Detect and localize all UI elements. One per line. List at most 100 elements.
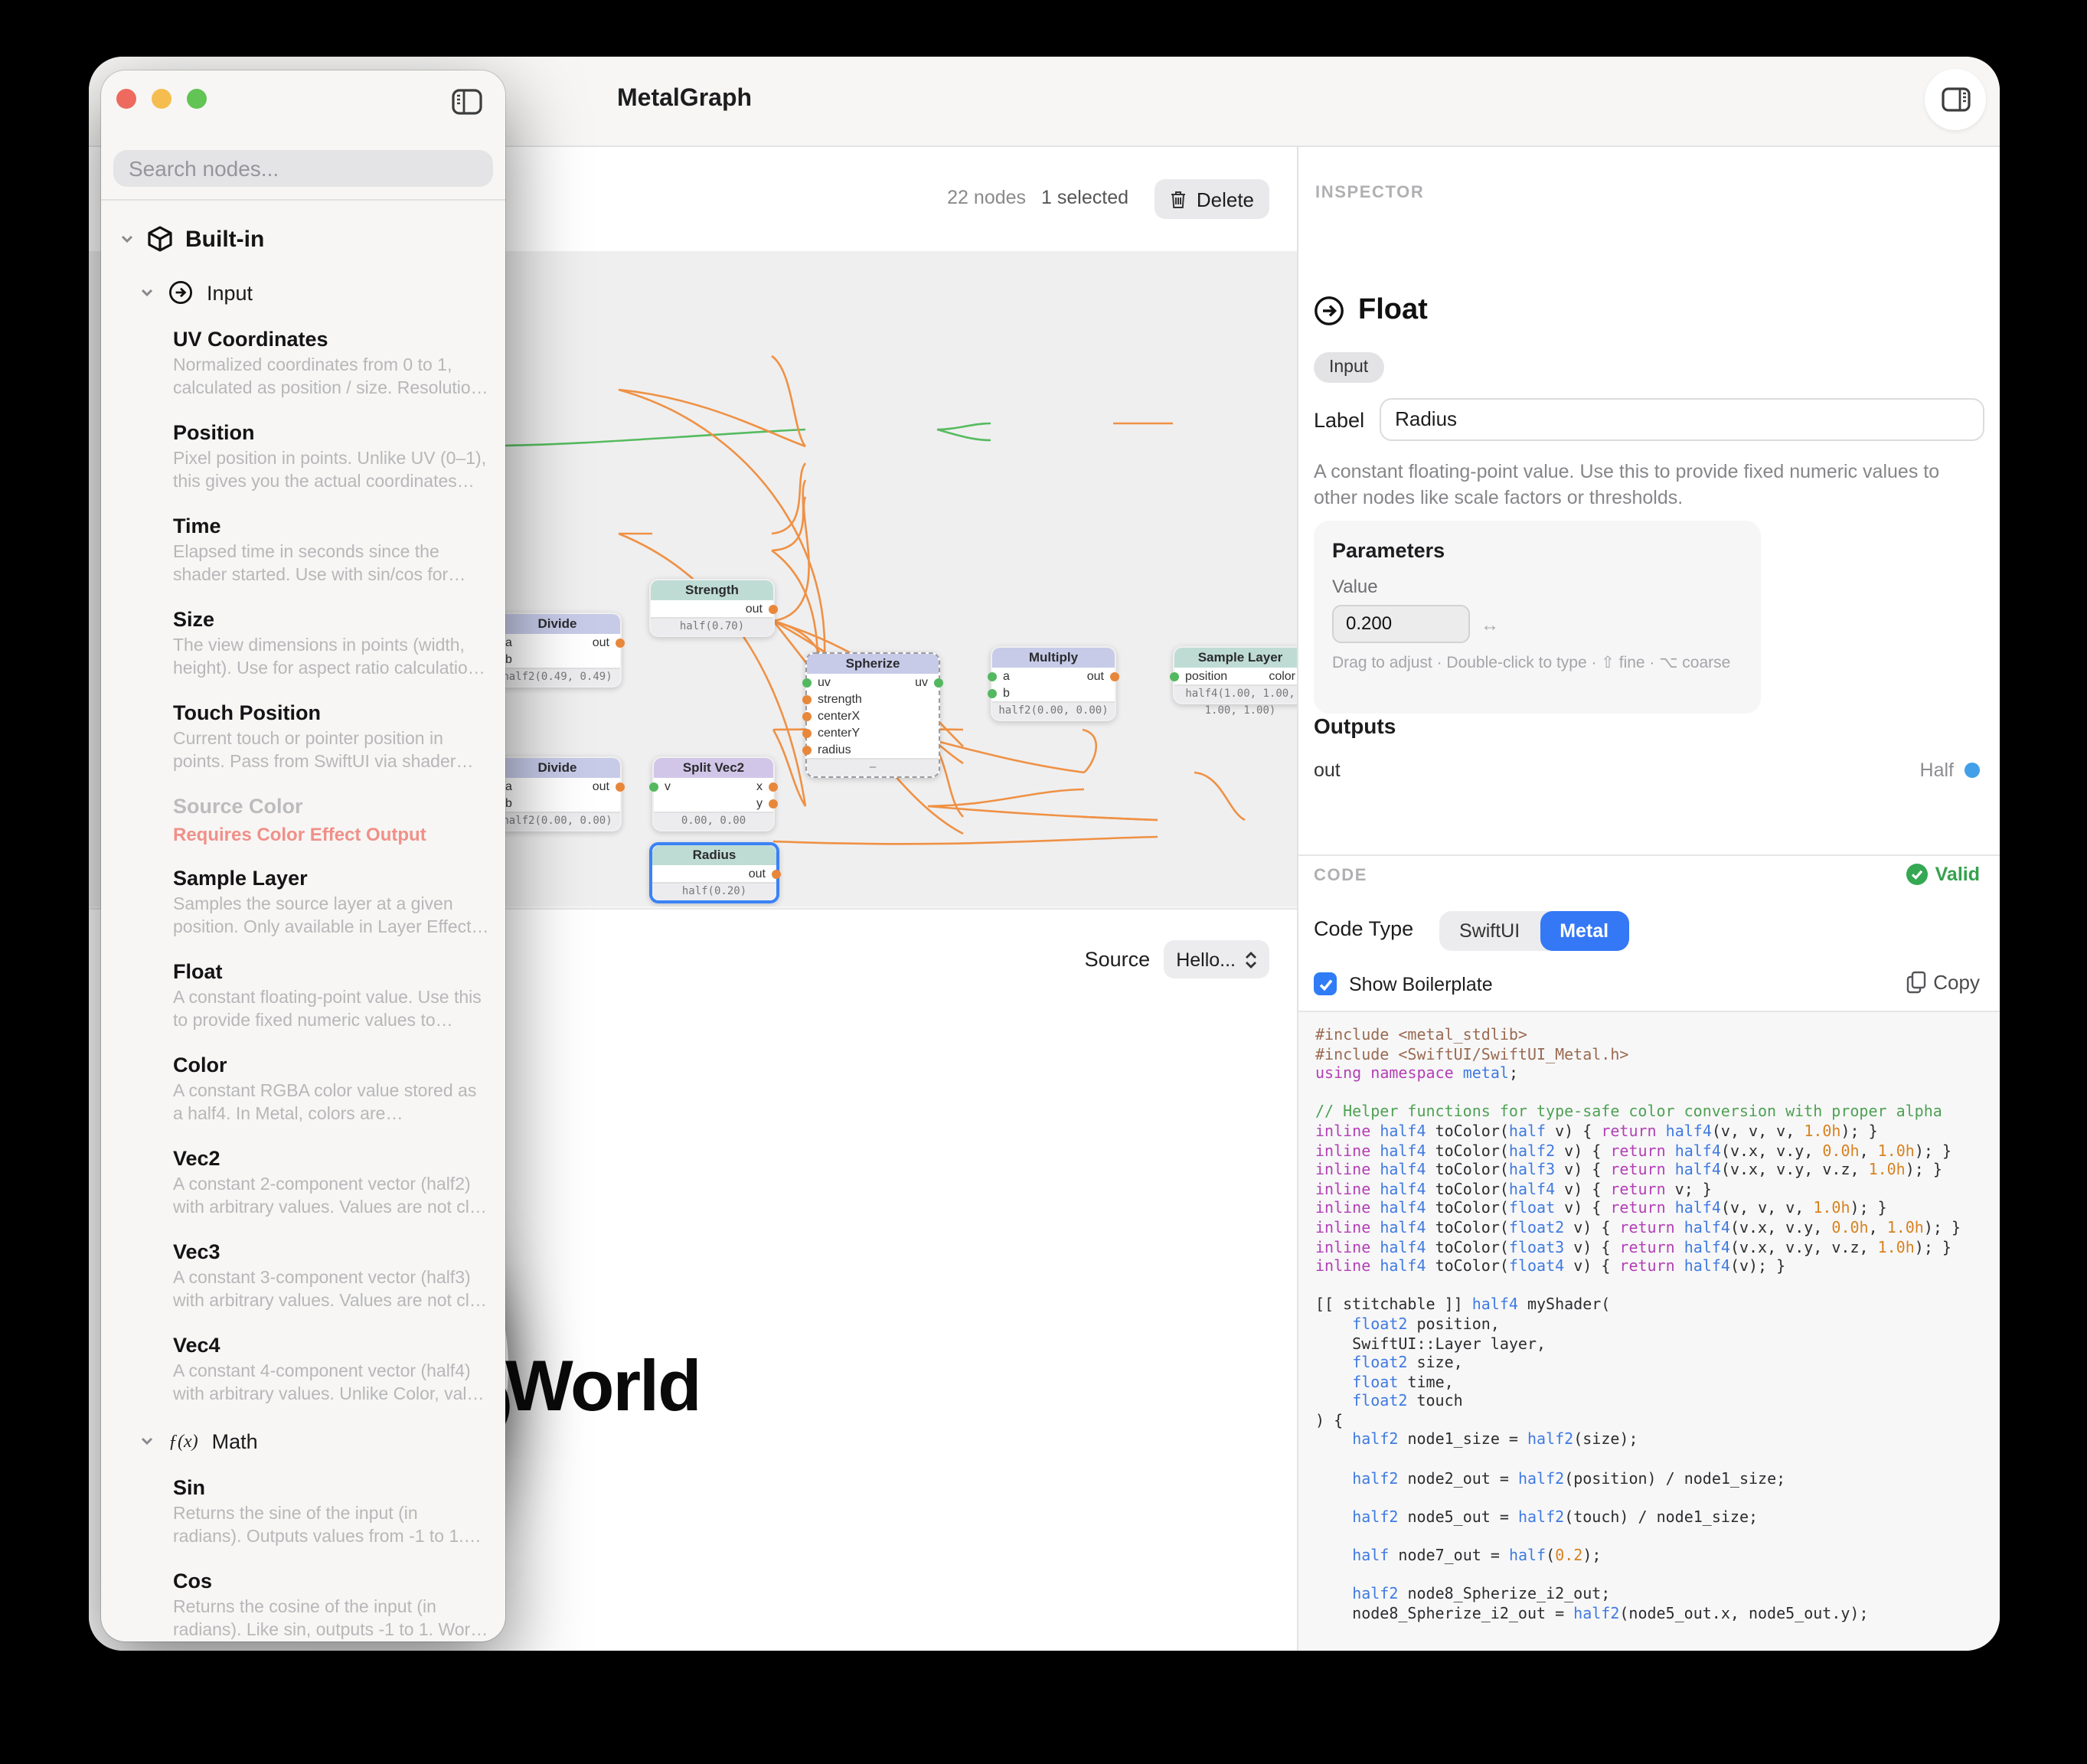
arrow-circle-icon [1314, 296, 1344, 326]
graph-node-split-vec2[interactable]: Split Vec2vxy0.00, 0.00 [652, 756, 775, 831]
node-library-item-vec3[interactable]: Vec3A constant 3-component vector (half3… [173, 1239, 490, 1314]
output-port-dot[interactable] [616, 638, 625, 647]
section-label: Input [207, 281, 253, 304]
code-editor[interactable]: #include <metal_stdlib> #include <SwiftU… [1298, 1012, 2000, 1651]
graph-edges [505, 251, 1297, 906]
input-port-dot[interactable] [802, 694, 812, 704]
output-port-dot[interactable] [769, 799, 778, 808]
node-value-footer: half4(1.00, 1.00, 1.00, 1.00) [1174, 684, 1297, 703]
edge-step.out-to-multiply-3.a[interactable] [1083, 817, 1158, 820]
code-type-tab-swiftui[interactable]: SwiftUI [1439, 911, 1540, 951]
zoom-button[interactable] [187, 89, 207, 109]
node-library-item-vec4[interactable]: Vec4A constant 4-component vector (half4… [173, 1332, 490, 1407]
item-description: A constant 3-component vector (half3) wi… [173, 1268, 490, 1314]
code-type-tab-metal[interactable]: Metal [1540, 911, 1628, 951]
edge-strength.out-to-spherize.strength[interactable] [772, 356, 805, 446]
toggle-inspector-button[interactable] [1925, 69, 1986, 130]
search-input[interactable]: Search nodes... [113, 150, 493, 187]
output-port-label: x [756, 778, 763, 795]
item-title: Touch Position [173, 700, 490, 726]
code-header: CODE Valid [1298, 854, 2000, 900]
input-port-dot[interactable] [802, 728, 812, 737]
edge-spherize.uv-to-multiply-1.a[interactable] [937, 423, 991, 430]
drag-arrows-icon[interactable]: ↔ [1481, 613, 1499, 635]
graph-node-spherize[interactable]: SpherizeuvuvstrengthcenterXcenterYradius… [805, 652, 940, 778]
edge-smoothstep.out-to-multiply-2.a[interactable] [1083, 730, 1096, 773]
input-port-label: uv [818, 674, 831, 691]
input-port-dot[interactable] [802, 745, 812, 754]
graph-node-sample-layer[interactable]: Sample Layerpositioncolorhalf4(1.00, 1.0… [1173, 646, 1297, 704]
label-input[interactable]: Radius [1380, 398, 1984, 441]
node-library-item-uv-coordinates[interactable]: UV CoordinatesNormalized coordinates fro… [173, 326, 490, 401]
node-value-footer: 0.00, 0.00 [654, 812, 773, 830]
delete-button[interactable]: Delete [1155, 179, 1269, 219]
sidebar-right-icon [1941, 87, 1970, 112]
delete-button-label: Delete [1197, 188, 1254, 211]
input-port-dot[interactable] [802, 678, 812, 687]
input-port-dot[interactable] [988, 671, 997, 681]
show-boilerplate-checkbox[interactable] [1314, 972, 1337, 995]
output-port-dot[interactable] [1965, 763, 1980, 778]
node-library-item-time[interactable]: TimeElapsed time in seconds since the sh… [173, 513, 490, 588]
output-port-dot[interactable] [934, 678, 943, 687]
item-title: Sample Layer [173, 865, 490, 891]
toggle-sidebar-button[interactable] [449, 84, 485, 118]
output-port-dot[interactable] [769, 604, 778, 613]
node-title: Split Vec2 [654, 758, 773, 778]
sidebar-left-icon [452, 88, 482, 114]
sidebar-section-math[interactable]: ƒ(x)Math [139, 1426, 490, 1456]
graph-node-radius[interactable]: Radiusouthalf(0.20) [649, 842, 779, 903]
graph-node-divide-1[interactable]: Divideaoutbhalf2(0.49, 0.49) [493, 612, 622, 688]
node-title: Strength [651, 580, 773, 600]
section-label: Built-in [185, 226, 264, 252]
output-port-dot[interactable] [616, 782, 625, 791]
outputs-title: Outputs [1314, 714, 1396, 738]
copy-icon [1906, 971, 1925, 994]
graph-node-strength[interactable]: Strengthouthalf(0.70) [649, 579, 775, 637]
node-value-footer: half2(0.49, 0.49) [495, 668, 620, 686]
input-port-dot[interactable] [1170, 671, 1179, 681]
traffic-lights [116, 89, 207, 109]
output-name: out [1314, 760, 1341, 781]
input-port-dot[interactable] [988, 688, 997, 697]
node-library-item-sin[interactable]: SinReturns the sine of the input (in rad… [173, 1475, 490, 1550]
node-library-item-position[interactable]: PositionPixel position in points. Unlike… [173, 420, 490, 495]
minimize-button[interactable] [152, 89, 171, 109]
node-library-item-sample-layer[interactable]: Sample LayerSamples the source layer at … [173, 865, 490, 940]
output-port-dot[interactable] [772, 869, 781, 878]
node-value-footer: half2(0.00, 0.00) [992, 701, 1115, 720]
node-library-item-cos[interactable]: CosReturns the cosine of the input (in r… [173, 1568, 490, 1642]
node-library-item-color[interactable]: ColorA constant RGBA color value stored … [173, 1052, 490, 1127]
node-library-item-size[interactable]: SizeThe view dimensions in points (width… [173, 606, 490, 681]
item-title: Sin [173, 1475, 490, 1501]
graph-node-multiply-1[interactable]: Multiplyaoutbhalf2(0.00, 0.00) [991, 646, 1116, 721]
edge-offscreen-left-to-spherize.uv[interactable] [505, 430, 805, 446]
edge-multiply-2.out-to-node-fragment.x[interactable] [1194, 773, 1245, 820]
source-dropdown-value: Hello... [1176, 949, 1236, 970]
output-port-dot[interactable] [769, 782, 778, 791]
node-library-item-vec2[interactable]: Vec2A constant 2-component vector (half2… [173, 1145, 490, 1220]
source-dropdown[interactable]: Hello... [1164, 940, 1269, 978]
edge-shadow-width.out-to-add.a[interactable] [773, 730, 805, 806]
edge-shadow-intensity.out-to-multiply-3.b[interactable] [773, 837, 1158, 844]
value-input[interactable]: 0.200 [1332, 605, 1470, 643]
edge-spherize.uv-to-multiply-1.b[interactable] [937, 430, 991, 440]
node-library-item-touch-position[interactable]: Touch PositionCurrent touch or pointer p… [173, 700, 490, 775]
input-port-label: b [1003, 684, 1010, 701]
node-library-item-float[interactable]: FloatA constant floating-point value. Us… [173, 959, 490, 1034]
node-library-item-source-color[interactable]: Source ColorRequires Color Effect Output [173, 793, 490, 847]
nodes-count: 22 nodes [947, 187, 1026, 208]
sidebar-section-built-in[interactable]: Built-in [119, 222, 490, 256]
copy-button[interactable]: Copy [1906, 971, 1980, 994]
output-port-dot[interactable] [1110, 671, 1119, 681]
item-description: A constant 4-component vector (half4) wi… [173, 1361, 490, 1407]
output-port-label: color [1269, 668, 1295, 684]
section-label: Math [212, 1429, 258, 1452]
node-title: Sample Layer [1174, 648, 1297, 668]
close-button[interactable] [116, 89, 136, 109]
graph-node-divide-2[interactable]: Divideaoutbhalf2(0.00, 0.00) [493, 756, 622, 831]
column-divider[interactable] [1297, 147, 1298, 1651]
sidebar-section-input[interactable]: Input [139, 277, 490, 308]
input-port-dot[interactable] [802, 711, 812, 720]
input-port-dot[interactable] [649, 782, 658, 791]
